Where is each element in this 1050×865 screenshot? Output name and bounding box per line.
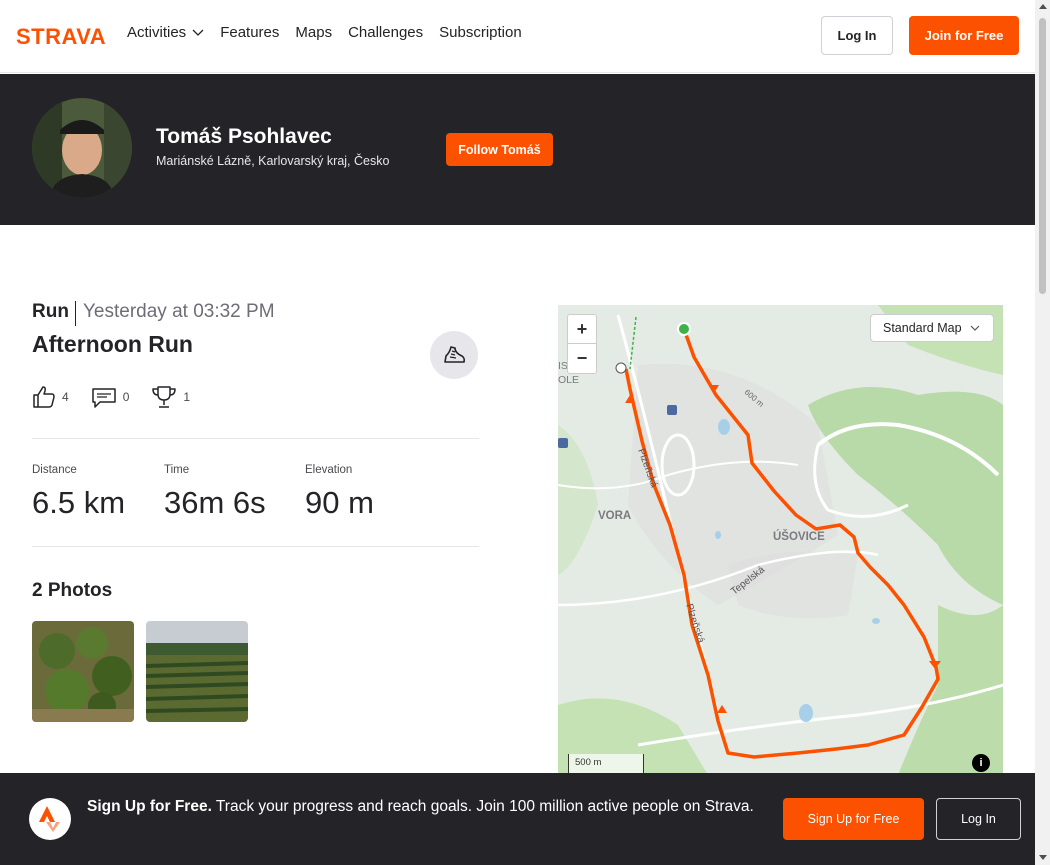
athlete-name[interactable]: Tomáš Psohlavec bbox=[156, 125, 332, 149]
shoe-icon bbox=[444, 346, 466, 363]
comments-count[interactable]: 0 bbox=[91, 385, 130, 409]
achievements-value: 1 bbox=[183, 390, 191, 404]
map-scale: 500 m bbox=[568, 754, 644, 774]
stat-value: 90 m bbox=[305, 485, 374, 520]
stat-distance: Distance 6.5 km bbox=[32, 464, 125, 521]
chevron-down-icon bbox=[970, 325, 979, 331]
map-style-select[interactable]: Standard Map bbox=[870, 314, 994, 342]
top-nav: STRAVA Activities Features Maps Challeng… bbox=[0, 0, 1035, 73]
athlete-avatar[interactable] bbox=[32, 98, 132, 198]
social-stats: 4 0 1 bbox=[32, 384, 212, 410]
comment-icon bbox=[91, 388, 116, 408]
zoom-in-button[interactable]: + bbox=[568, 315, 596, 344]
chevron-down-icon bbox=[192, 29, 204, 36]
map-label: VORA bbox=[598, 510, 631, 522]
scrollbar-thumb[interactable] bbox=[1039, 18, 1046, 294]
stat-label: Distance bbox=[32, 464, 77, 476]
bus-stop-icon bbox=[558, 438, 568, 448]
activity-type: Run bbox=[32, 301, 69, 322]
nav-maps[interactable]: Maps bbox=[295, 24, 332, 41]
signup-headline: Sign Up for Free. bbox=[87, 798, 212, 815]
divider bbox=[32, 546, 479, 547]
map-label: OLE bbox=[558, 374, 579, 386]
signup-body: Track your progress and reach goals. Joi… bbox=[211, 798, 754, 815]
strava-logo-text: STRAVA bbox=[16, 26, 106, 46]
follow-button[interactable]: Follow Tomáš bbox=[446, 133, 553, 166]
strava-logo[interactable]: STRAVA bbox=[16, 26, 112, 46]
bus-stop-icon bbox=[667, 405, 677, 415]
athlete-location: Mariánské Lázně, Karlovarský kraj, Česko bbox=[156, 154, 390, 168]
stat-label: Elevation bbox=[305, 464, 353, 476]
scrollbar[interactable] bbox=[1035, 0, 1050, 865]
map-label: ÚŠOVICE bbox=[773, 530, 825, 543]
page: STRAVA Activities Features Maps Challeng… bbox=[0, 0, 1050, 865]
divider bbox=[32, 438, 479, 439]
activity-title: Afternoon Run bbox=[32, 331, 193, 357]
map-style-value: Standard Map bbox=[883, 321, 962, 335]
nav-activities[interactable]: Activities bbox=[127, 24, 204, 41]
stat-time: Time 36m 6s bbox=[164, 464, 266, 521]
login-button[interactable]: Log In bbox=[821, 16, 893, 55]
stat-label: Time bbox=[164, 464, 190, 476]
thumbs-up-icon bbox=[33, 386, 55, 408]
zoom-control: + − bbox=[567, 314, 597, 374]
divider bbox=[75, 301, 76, 326]
signup-banner: Sign Up for Free. Track your progress an… bbox=[0, 773, 1035, 865]
route-map[interactable]: VORA ÚŠOVICE Plzeňská Plzeňská Tepelská … bbox=[558, 305, 1003, 775]
comments-value: 0 bbox=[122, 390, 130, 404]
signup-button[interactable]: Sign Up for Free bbox=[783, 798, 924, 840]
stat-elevation: Elevation 90 m bbox=[305, 464, 374, 521]
strava-app-icon bbox=[29, 798, 71, 840]
info-icon[interactable]: i bbox=[972, 754, 990, 772]
nav-subscription[interactable]: Subscription bbox=[439, 24, 522, 41]
nav-challenges[interactable]: Challenges bbox=[348, 24, 423, 41]
zoom-out-button[interactable]: − bbox=[568, 344, 596, 373]
scroll-down-arrow-icon[interactable] bbox=[1039, 855, 1047, 860]
activity-photo[interactable] bbox=[32, 621, 134, 722]
nav-features[interactable]: Features bbox=[220, 24, 279, 41]
banner-login-button[interactable]: Log In bbox=[936, 798, 1021, 840]
activity-date: Yesterday at 03:32 PM bbox=[83, 301, 275, 322]
photos-title: 2 Photos bbox=[32, 580, 113, 601]
activity-photo[interactable] bbox=[146, 621, 248, 722]
gear-shoe-button[interactable] bbox=[430, 331, 478, 379]
join-button[interactable]: Join for Free bbox=[909, 16, 1019, 55]
locate-icon bbox=[615, 362, 627, 374]
nav-activities-label: Activities bbox=[127, 24, 187, 41]
signup-message: Sign Up for Free. Track your progress an… bbox=[87, 796, 767, 818]
trophy-icon bbox=[152, 386, 177, 408]
stat-value: 36m 6s bbox=[164, 485, 266, 520]
nav-links: Activities Features Maps Challenges Subs… bbox=[127, 24, 522, 41]
scroll-up-arrow-icon[interactable] bbox=[1039, 4, 1047, 9]
kudos-count[interactable]: 4 bbox=[32, 385, 69, 409]
achievements-count[interactable]: 1 bbox=[151, 384, 190, 410]
athlete-header: Tomáš Psohlavec Mariánské Lázně, Karlova… bbox=[0, 74, 1035, 225]
kudos-value: 4 bbox=[62, 390, 69, 404]
stat-value: 6.5 km bbox=[32, 485, 126, 520]
